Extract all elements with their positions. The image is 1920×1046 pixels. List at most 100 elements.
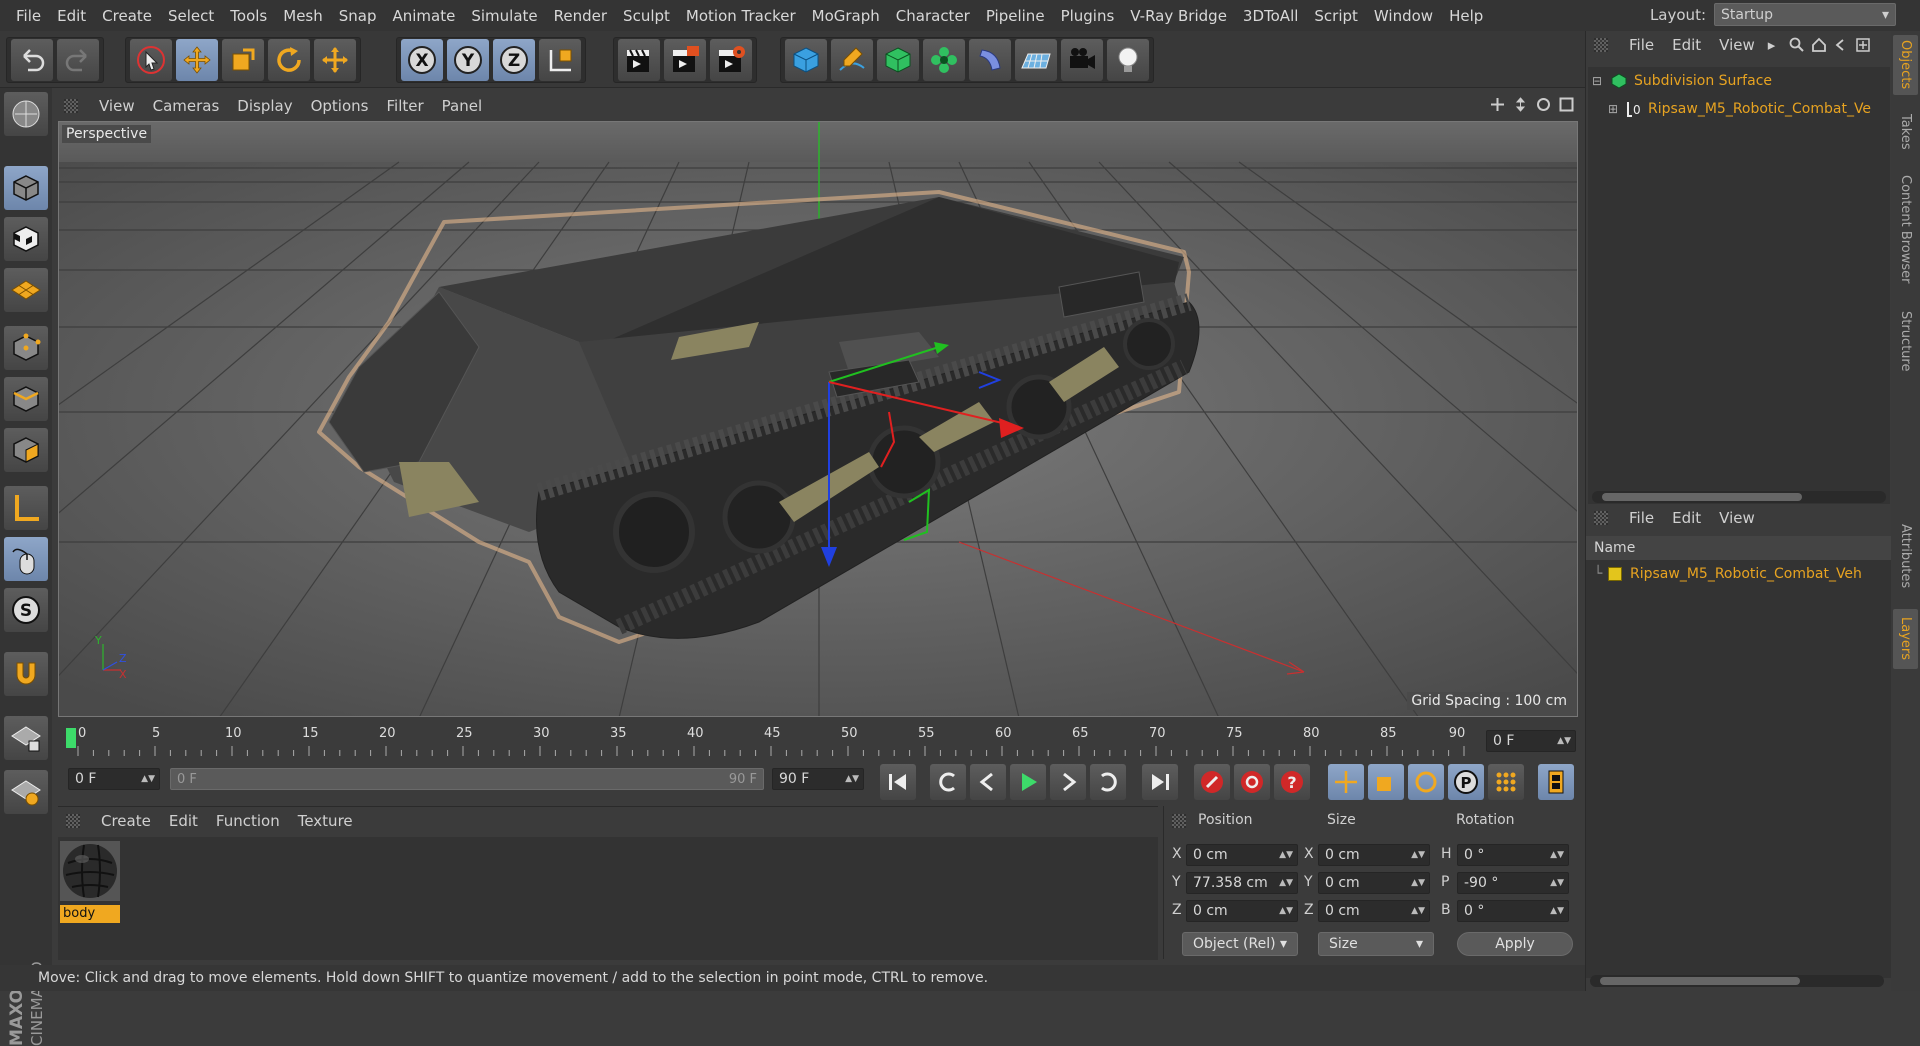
menu-help[interactable]: Help: [1441, 7, 1491, 25]
layout-dropdown[interactable]: Startup ▾: [1714, 3, 1896, 26]
polygons-mode-button[interactable]: [4, 428, 48, 472]
recent-tool-button[interactable]: [314, 39, 356, 81]
tab-layers[interactable]: Layers: [1893, 609, 1918, 669]
panel-grip-icon[interactable]: [1172, 814, 1186, 828]
viewport-menu-view[interactable]: View: [90, 97, 144, 115]
end-frame-field[interactable]: 90 F ▲▼: [772, 768, 864, 790]
make-editable-button[interactable]: [4, 92, 48, 136]
axis-mode-button[interactable]: [4, 486, 48, 530]
coordinate-system-button[interactable]: [539, 39, 581, 81]
floor-object-button[interactable]: [1015, 39, 1057, 81]
go-to-end-button[interactable]: [1142, 764, 1178, 800]
zoom-view-icon[interactable]: [1513, 97, 1528, 112]
menu-animate[interactable]: Animate: [385, 7, 464, 25]
material-swatch[interactable]: body: [60, 841, 120, 923]
redo-button[interactable]: [57, 39, 99, 81]
key-rotation-button[interactable]: [1408, 764, 1444, 800]
object-menu-edit[interactable]: Edit: [1663, 36, 1710, 54]
viewport-menu-cameras[interactable]: Cameras: [144, 97, 229, 115]
stepper-arrows-icon[interactable]: ▲▼: [141, 774, 155, 784]
tree-collapse-icon[interactable]: ⊟: [1592, 74, 1610, 88]
viewport-menu-filter[interactable]: Filter: [377, 97, 432, 115]
stepper-arrows-icon[interactable]: ▲▼: [1411, 906, 1425, 916]
record-keys-button[interactable]: [1194, 764, 1230, 800]
subdivision-surface-button[interactable]: [877, 39, 919, 81]
tab-structure[interactable]: Structure: [1893, 301, 1918, 381]
current-frame-field[interactable]: 0 F ▲▼: [1486, 730, 1576, 752]
menu-plugins[interactable]: Plugins: [1053, 7, 1123, 25]
menu-tools[interactable]: Tools: [222, 7, 275, 25]
tweak-mode-button[interactable]: [4, 537, 48, 581]
scale-tool-button[interactable]: [222, 39, 264, 81]
size-z-field[interactable]: 0 cm ▲▼: [1318, 900, 1430, 922]
menu-character[interactable]: Character: [888, 7, 978, 25]
perspective-viewport[interactable]: Y Z X Perspective Grid Spacing : 100 cm: [58, 121, 1578, 717]
solo-mode-button[interactable]: S: [4, 588, 48, 632]
stepper-arrows-icon[interactable]: ▲▼: [1279, 850, 1293, 860]
undo-button[interactable]: [11, 39, 53, 81]
home-icon[interactable]: [1811, 37, 1827, 53]
material-menu-function[interactable]: Function: [207, 812, 289, 830]
key-position-button[interactable]: [1328, 764, 1364, 800]
menu-edit[interactable]: Edit: [49, 7, 94, 25]
search-icon[interactable]: [1789, 37, 1805, 53]
apply-button[interactable]: Apply: [1457, 932, 1573, 956]
size-y-field[interactable]: 0 cm ▲▼: [1318, 872, 1430, 894]
z-axis-lock-button[interactable]: Z: [493, 39, 535, 81]
layer-color-swatch[interactable]: [1608, 567, 1622, 581]
array-generator-button[interactable]: [923, 39, 965, 81]
stepper-arrows-icon[interactable]: ▲▼: [845, 774, 859, 784]
maximize-view-icon[interactable]: [1559, 97, 1574, 112]
horizontal-scrollbar[interactable]: [1592, 491, 1886, 503]
menu-create[interactable]: Create: [94, 7, 160, 25]
position-x-field[interactable]: 0 cm ▲▼: [1186, 844, 1298, 866]
workplane-mode-button[interactable]: [4, 268, 48, 312]
stepper-arrows-icon[interactable]: ▲▼: [1550, 878, 1564, 888]
object-menu-file[interactable]: File: [1620, 36, 1663, 54]
panel-grip-icon[interactable]: [64, 99, 78, 113]
pen-spline-button[interactable]: [831, 39, 873, 81]
y-axis-lock-button[interactable]: Y: [447, 39, 489, 81]
key-pla-button[interactable]: [1488, 764, 1524, 800]
pan-view-icon[interactable]: [1490, 97, 1505, 112]
layer-menu-edit[interactable]: Edit: [1663, 509, 1710, 527]
key-scale-button[interactable]: [1368, 764, 1404, 800]
rotate-tool-button[interactable]: [268, 39, 310, 81]
snapping-button[interactable]: [4, 652, 48, 696]
next-frame-button[interactable]: [1050, 764, 1086, 800]
locked-workplane-button[interactable]: [4, 716, 48, 760]
menu-simulate[interactable]: Simulate: [463, 7, 545, 25]
material-menu-texture[interactable]: Texture: [289, 812, 362, 830]
panel-grip-icon[interactable]: [1594, 38, 1608, 52]
menu-mograph[interactable]: MoGraph: [804, 7, 888, 25]
previous-key-button[interactable]: [930, 764, 966, 800]
light-object-button[interactable]: [1107, 39, 1149, 81]
tree-expand-icon[interactable]: ⊞: [1608, 102, 1626, 116]
menu-motion-tracker[interactable]: Motion Tracker: [678, 7, 804, 25]
move-tool-button[interactable]: [176, 39, 218, 81]
go-to-start-button[interactable]: [880, 764, 916, 800]
stepper-arrows-icon[interactable]: ▲▼: [1550, 850, 1564, 860]
model-mode-button[interactable]: [4, 166, 48, 210]
scrollbar-thumb[interactable]: [1600, 977, 1800, 985]
menu-window[interactable]: Window: [1366, 7, 1441, 25]
key-parameter-button[interactable]: P: [1448, 764, 1484, 800]
next-key-button[interactable]: [1090, 764, 1126, 800]
horizontal-scrollbar[interactable]: [1590, 975, 1884, 987]
material-menu-create[interactable]: Create: [92, 812, 160, 830]
panel-grip-icon[interactable]: [66, 814, 80, 828]
rotation-h-field[interactable]: 0 ° ▲▼: [1457, 844, 1569, 866]
render-to-picture-viewer-button[interactable]: [664, 39, 706, 81]
rotate-view-icon[interactable]: [1536, 97, 1551, 112]
timeline-window-button[interactable]: [1538, 764, 1574, 800]
stepper-arrows-icon[interactable]: ▲▼: [1411, 878, 1425, 888]
camera-object-button[interactable]: [1061, 39, 1103, 81]
render-view-button[interactable]: [618, 39, 660, 81]
layer-column-header[interactable]: Name: [1586, 536, 1892, 560]
live-selection-button[interactable]: [130, 39, 172, 81]
menu-pipeline[interactable]: Pipeline: [978, 7, 1053, 25]
scrollbar-thumb[interactable]: [1602, 493, 1802, 501]
cube-object-button[interactable]: [785, 39, 827, 81]
preview-range-slider[interactable]: 0 F 90 F: [170, 768, 764, 790]
object-row-ripsaw[interactable]: ⊞ 0 Ripsaw_M5_Robotic_Combat_Ve: [1588, 95, 1890, 123]
